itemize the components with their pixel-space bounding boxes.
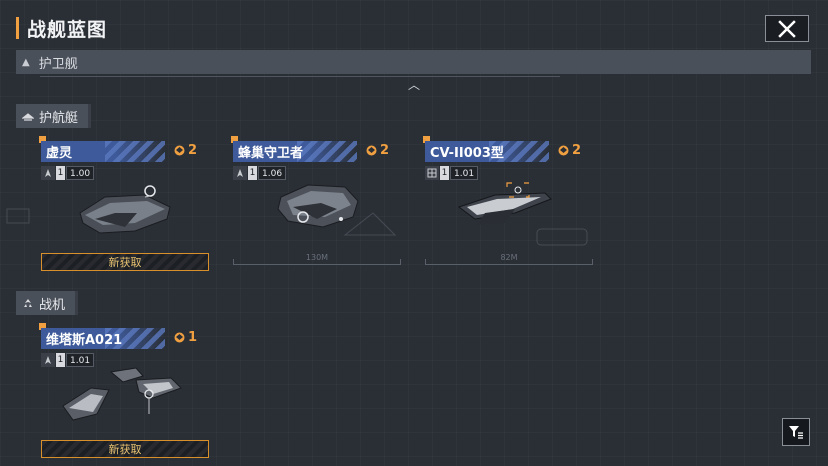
escort-class-icon <box>22 113 34 121</box>
ship-name-bar: 蜂巢守卫者 <box>233 141 357 162</box>
ship-stats: 1 1.06 <box>233 166 287 180</box>
close-icon <box>778 19 796 38</box>
triangle-up-icon: ▲ <box>22 56 30 68</box>
ship-name-bar: 维塔斯A021 <box>41 328 165 349</box>
category-tag-fighter: 战机 <box>16 291 79 315</box>
ship-value: 1.06 <box>258 166 287 180</box>
ship-name-bar: CV-II003型 <box>425 141 549 162</box>
page-header: 战舰蓝图 <box>16 14 107 42</box>
fighter-class-icon <box>24 299 32 307</box>
blueprint-count: 2 <box>365 143 389 158</box>
ship-stats: 1 1.01 <box>425 166 479 180</box>
category-label: 战机 <box>39 297 66 313</box>
blueprint-count: 2 <box>173 143 197 158</box>
filter-icon <box>789 426 803 439</box>
ship-card-xuling[interactable]: 虚灵 2 1 1.00 新获取 <box>6 136 209 271</box>
ship-value: 1.01 <box>450 166 479 180</box>
ship-image <box>79 185 171 234</box>
blueprint-icon <box>174 332 185 343</box>
ship-image <box>62 367 182 421</box>
category-tag-escort: 护航艇 <box>16 104 92 128</box>
ship-card-hive-guardian[interactable]: 蜂巢守卫者 2 1 1.06 130M <box>231 136 401 271</box>
ship-name-bar: 虚灵 <box>41 141 165 162</box>
new-acquired-label: 新获取 <box>41 440 209 458</box>
ship-class-icon <box>425 166 439 180</box>
ship-value: 1.00 <box>66 166 95 180</box>
ship-scale-label: 130M <box>305 253 329 262</box>
category-label: 护航艇 <box>39 110 79 126</box>
title-accent <box>16 17 19 39</box>
ship-scale-label: 82M <box>500 253 518 262</box>
blueprint-icon <box>366 145 377 156</box>
ship-name: CV-II003型 <box>430 146 504 161</box>
ship-tier: 1 <box>56 353 65 367</box>
ship-name: 虚灵 <box>46 146 73 161</box>
section-divider <box>40 76 560 77</box>
new-acquired-label: 新获取 <box>41 253 209 271</box>
ship-value: 1.01 <box>66 353 95 367</box>
ship-card-vitas-a021[interactable]: 维塔斯A021 1 1 1.01 新获取 <box>39 323 209 458</box>
ship-tier: 1 <box>248 166 257 180</box>
ship-name: 维塔斯A021 <box>46 333 123 348</box>
ship-class-icon <box>41 353 55 367</box>
ship-stats: 1 1.00 <box>41 166 95 180</box>
filter-button[interactable] <box>782 418 810 446</box>
section-label: 护卫舰 <box>38 56 78 72</box>
blueprint-count: 2 <box>557 143 581 158</box>
blueprint-icon <box>558 145 569 156</box>
close-button[interactable] <box>765 15 809 42</box>
page-title: 战舰蓝图 <box>27 18 108 41</box>
ship-name: 蜂巢守卫者 <box>238 146 304 161</box>
blueprint-count: 1 <box>173 330 197 345</box>
ship-tier: 1 <box>440 166 449 180</box>
section-header-frigate[interactable]: ▲ 护卫舰 <box>16 50 811 74</box>
ship-card-cv-ii003[interactable]: CV-II003型 2 1 1.01 82M <box>423 136 593 271</box>
chevron-up-icon[interactable]: ︿ <box>405 76 423 92</box>
ship-class-icon <box>233 166 247 180</box>
ship-tier: 1 <box>56 166 65 180</box>
ship-stats: 1 1.01 <box>41 353 95 367</box>
blueprint-icon <box>174 145 185 156</box>
ship-class-icon <box>41 166 55 180</box>
